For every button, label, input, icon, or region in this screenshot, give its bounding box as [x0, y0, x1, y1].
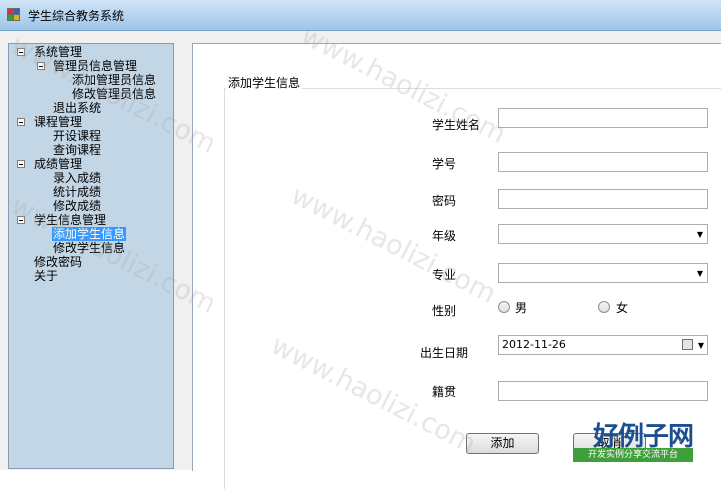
- tree-node-edit-score[interactable]: 修改成绩: [52, 199, 102, 213]
- birth-date-picker[interactable]: 2012-11-26 ▼: [498, 335, 708, 355]
- tree-node-label: 成绩管理: [34, 157, 83, 171]
- tree-node-label: 添加学生信息: [52, 227, 127, 241]
- tree-node-label: 修改密码: [34, 255, 83, 269]
- watermark-logo: 好例子网 开发实例分享交流平台: [571, 418, 721, 464]
- collapse-icon[interactable]: [17, 216, 25, 224]
- tree-node-add-student[interactable]: 添加学生信息: [52, 227, 127, 241]
- birth-date-label: 出生日期: [420, 346, 469, 360]
- gender-male-label[interactable]: 男: [515, 299, 527, 316]
- tree-node-stat-score[interactable]: 统计成绩: [52, 185, 102, 199]
- window-title: 学生综合教务系统: [28, 9, 125, 23]
- tree-node-label: 查询课程: [53, 143, 102, 157]
- grade-select[interactable]: ▼: [498, 224, 708, 244]
- native-place-label: 籍贯: [432, 385, 457, 399]
- major-label: 专业: [432, 268, 457, 282]
- collapse-icon[interactable]: [17, 118, 25, 126]
- calendar-icon[interactable]: [682, 339, 693, 350]
- gender-male-radio[interactable]: [498, 301, 510, 313]
- chevron-down-icon[interactable]: ▼: [698, 341, 704, 350]
- nav-tree[interactable]: 系统管理 管理员信息管理 添加管理员信息 修改管理员信息 退出系统 课程管理 开…: [8, 43, 174, 469]
- tree-node-edit-admin[interactable]: 修改管理员信息: [71, 87, 157, 101]
- tree-node-open-course[interactable]: 开设课程: [52, 129, 102, 143]
- major-select[interactable]: ▼: [498, 263, 708, 283]
- tree-node-label: 关于: [34, 269, 59, 283]
- tree-node-label: 录入成绩: [53, 171, 102, 185]
- password-input[interactable]: [498, 189, 708, 209]
- student-id-input[interactable]: [498, 152, 708, 172]
- tree-node-label: 修改管理员信息: [72, 87, 157, 101]
- tree-node-student-info[interactable]: 学生信息管理: [33, 213, 107, 227]
- tree-node-label: 课程管理: [34, 115, 83, 129]
- student-id-label: 学号: [432, 157, 457, 171]
- collapse-icon[interactable]: [37, 62, 45, 70]
- logo-sub-text: 开发实例分享交流平台: [573, 448, 693, 462]
- tree-node-enter-score[interactable]: 录入成绩: [52, 171, 102, 185]
- main-panel: 添加学生信息 学生姓名 学号 密码 年级 ▼ 专业 ▼ 性别 男 女 出生日期 …: [192, 43, 721, 489]
- tree-node-exit[interactable]: 退出系统: [52, 101, 102, 115]
- group-title: 添加学生信息: [226, 74, 303, 91]
- tree-node-edit-student[interactable]: 修改学生信息: [52, 241, 126, 255]
- tree-node-score[interactable]: 成绩管理: [33, 157, 83, 171]
- chevron-down-icon[interactable]: ▼: [697, 269, 703, 278]
- gender-label: 性别: [432, 304, 457, 318]
- name-label: 学生姓名: [432, 118, 481, 132]
- tree-node-add-admin[interactable]: 添加管理员信息: [71, 73, 157, 87]
- client-area: 系统管理 管理员信息管理 添加管理员信息 修改管理员信息 退出系统 课程管理 开…: [0, 31, 721, 489]
- collapse-icon[interactable]: [17, 48, 25, 56]
- tree-node-label: 退出系统: [53, 101, 102, 115]
- tree-node-label: 管理员信息管理: [53, 59, 138, 73]
- tree-node-system[interactable]: 系统管理: [33, 45, 83, 59]
- gender-female-radio[interactable]: [598, 301, 610, 313]
- tree-node-query-course[interactable]: 查询课程: [52, 143, 102, 157]
- password-label: 密码: [432, 194, 457, 208]
- name-input[interactable]: [498, 108, 708, 128]
- grade-label: 年级: [432, 229, 457, 243]
- tree-node-label: 添加管理员信息: [72, 73, 157, 87]
- tree-node-label: 修改成绩: [53, 199, 102, 213]
- tree-node-admin-info[interactable]: 管理员信息管理: [52, 59, 138, 73]
- window-titlebar[interactable]: 学生综合教务系统: [0, 0, 721, 31]
- app-icon: [7, 8, 20, 21]
- tree-node-label: 修改学生信息: [53, 241, 126, 255]
- tree-node-label: 学生信息管理: [34, 213, 107, 227]
- add-button[interactable]: 添加: [466, 433, 539, 454]
- gender-female-label[interactable]: 女: [616, 299, 628, 316]
- collapse-icon[interactable]: [17, 160, 25, 168]
- tree-node-change-password[interactable]: 修改密码: [33, 255, 83, 269]
- chevron-down-icon[interactable]: ▼: [697, 230, 703, 239]
- tree-node-label: 系统管理: [34, 45, 83, 59]
- native-place-input[interactable]: [498, 381, 708, 401]
- tree-node-label: 统计成绩: [53, 185, 102, 199]
- tree-node-course[interactable]: 课程管理: [33, 115, 83, 129]
- birth-date-value: 2012-11-26: [502, 338, 566, 351]
- tree-node-about[interactable]: 关于: [33, 269, 59, 283]
- tree-node-label: 开设课程: [53, 129, 102, 143]
